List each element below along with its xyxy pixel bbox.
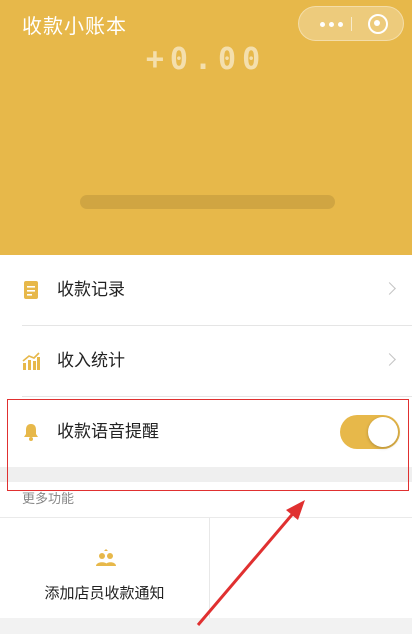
grid-column-divider <box>209 518 210 618</box>
menu-item-records[interactable]: 收款记录 <box>0 255 412 325</box>
section-gap <box>0 467 412 482</box>
toggle-knob <box>368 417 398 447</box>
close-mini-program-icon[interactable] <box>367 13 389 35</box>
menu-item-label: 收款记录 <box>57 280 125 300</box>
add-staff-notification-button[interactable]: 添加店员收款通知 <box>0 518 209 618</box>
menu-item-label: 收款语音提醒 <box>57 422 159 442</box>
menu-list: 收款记录 收入统计 收款语音提醒 更多功能 添加店员收款通知 <box>0 255 412 618</box>
income-amount: +0.00 <box>145 42 267 77</box>
mini-program-capsule <box>298 6 404 41</box>
chevron-right-icon <box>383 353 396 366</box>
voice-alert-toggle[interactable] <box>340 415 400 449</box>
grid-item-label: 添加店员收款通知 <box>44 584 165 602</box>
summary-bar <box>80 195 335 209</box>
more-features-title: 更多功能 <box>0 482 412 517</box>
menu-item-voice-alert: 收款语音提醒 <box>0 397 412 467</box>
document-icon <box>24 281 38 299</box>
menu-item-income-stats[interactable]: 收入统计 <box>0 326 412 396</box>
more-features-grid: 添加店员收款通知 <box>0 518 412 618</box>
bell-icon <box>24 424 38 441</box>
header-banner: 收款小账本 +0.00 <box>0 0 412 255</box>
more-options-icon[interactable] <box>313 7 351 42</box>
capsule-divider <box>351 17 352 31</box>
chart-icon <box>22 352 40 370</box>
chevron-right-icon <box>383 282 396 295</box>
app-title: 收款小账本 <box>22 14 127 38</box>
menu-item-label: 收入统计 <box>57 351 125 371</box>
staff-icon <box>96 549 116 566</box>
